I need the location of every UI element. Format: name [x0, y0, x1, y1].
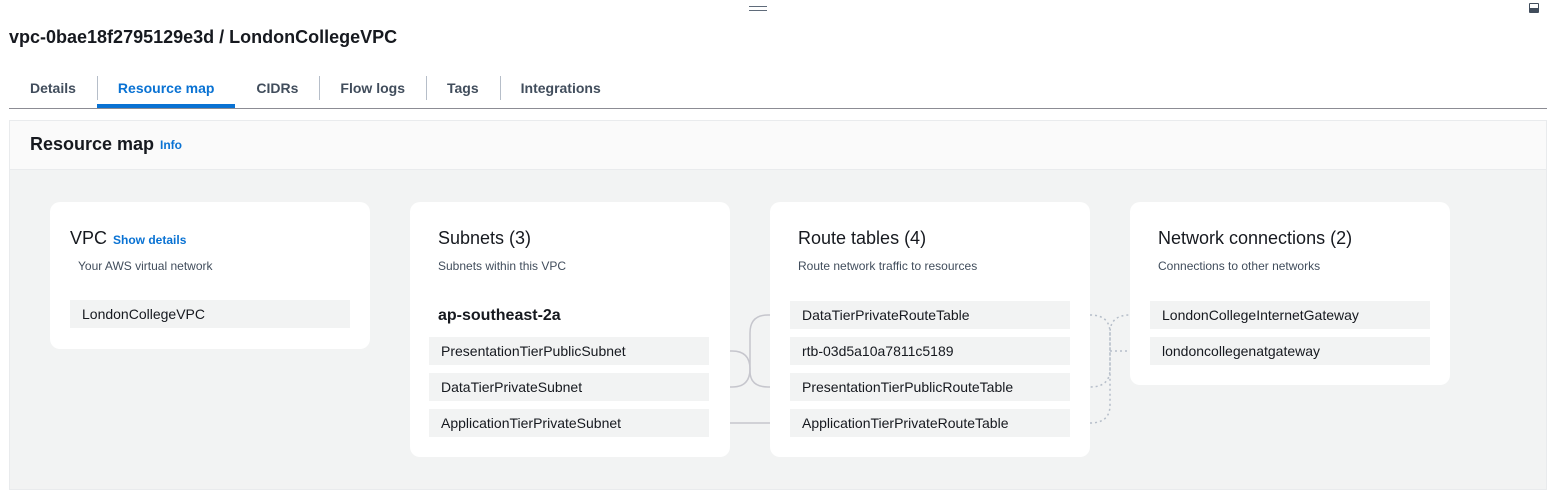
- subnet-item[interactable]: DataTierPrivateSubnet: [429, 373, 709, 401]
- subnet-item[interactable]: ApplicationTierPrivateSubnet: [429, 409, 709, 437]
- split-panel-icon[interactable]: [1529, 3, 1539, 13]
- vpc-card: VPC Show details Your AWS virtual network…: [50, 202, 370, 349]
- vpc-card-subtitle: Your AWS virtual network: [78, 259, 213, 273]
- show-details-link[interactable]: Show details: [113, 233, 186, 247]
- vpc-card-title: VPC: [70, 228, 108, 248]
- drag-handle-icon[interactable]: [749, 6, 767, 12]
- subnets-card: Subnets (3) Subnets within this VPC ap-s…: [410, 202, 730, 457]
- network-connection-item[interactable]: LondonCollegeInternetGateway: [1150, 301, 1430, 329]
- route-tables-card-title: Route tables (4): [798, 228, 927, 248]
- route-table-item[interactable]: ApplicationTierPrivateRouteTable: [790, 409, 1070, 437]
- route-table-item[interactable]: PresentationTierPublicRouteTable: [790, 373, 1070, 401]
- subnets-card-title: Subnets (3): [438, 228, 532, 248]
- availability-zone-label: ap-southeast-2a: [438, 307, 561, 324]
- tab-tags[interactable]: Tags: [425, 70, 500, 106]
- page-title: vpc-0bae18f2795129e3d / LondonCollegeVPC: [9, 27, 398, 47]
- network-connections-card-title: Network connections (2): [1158, 228, 1353, 248]
- tab-integrations[interactable]: Integrations: [499, 70, 622, 106]
- tab-flow-logs[interactable]: Flow logs: [319, 70, 426, 106]
- vpc-item[interactable]: LondonCollegeVPC: [70, 300, 350, 328]
- subnets-card-subtitle: Subnets within this VPC: [438, 259, 567, 273]
- tab-details[interactable]: Details: [9, 70, 97, 106]
- tab-cidrs[interactable]: CIDRs: [235, 70, 319, 106]
- route-table-item[interactable]: DataTierPrivateRouteTable: [790, 301, 1070, 329]
- route-table-item[interactable]: rtb-03d5a10a7811c5189: [790, 337, 1070, 365]
- route-tables-card-subtitle: Route network traffic to resources: [798, 259, 978, 273]
- network-connections-card: Network connections (2) Connections to o…: [1130, 202, 1450, 385]
- resource-map-panel: Resource map Info VPC Show details Your A…: [9, 120, 1547, 490]
- route-tables-card: Route tables (4) Route network traffic t…: [770, 202, 1090, 457]
- subnet-item[interactable]: PresentationTierPublicSubnet: [429, 337, 709, 365]
- network-connections-card-subtitle: Connections to other networks: [1158, 259, 1321, 273]
- tab-resource-map[interactable]: Resource map: [96, 70, 236, 108]
- network-connection-item[interactable]: londoncollegenatgateway: [1150, 337, 1430, 365]
- tab-list: Details Resource map CIDRs Flow logs Tag…: [9, 70, 1547, 109]
